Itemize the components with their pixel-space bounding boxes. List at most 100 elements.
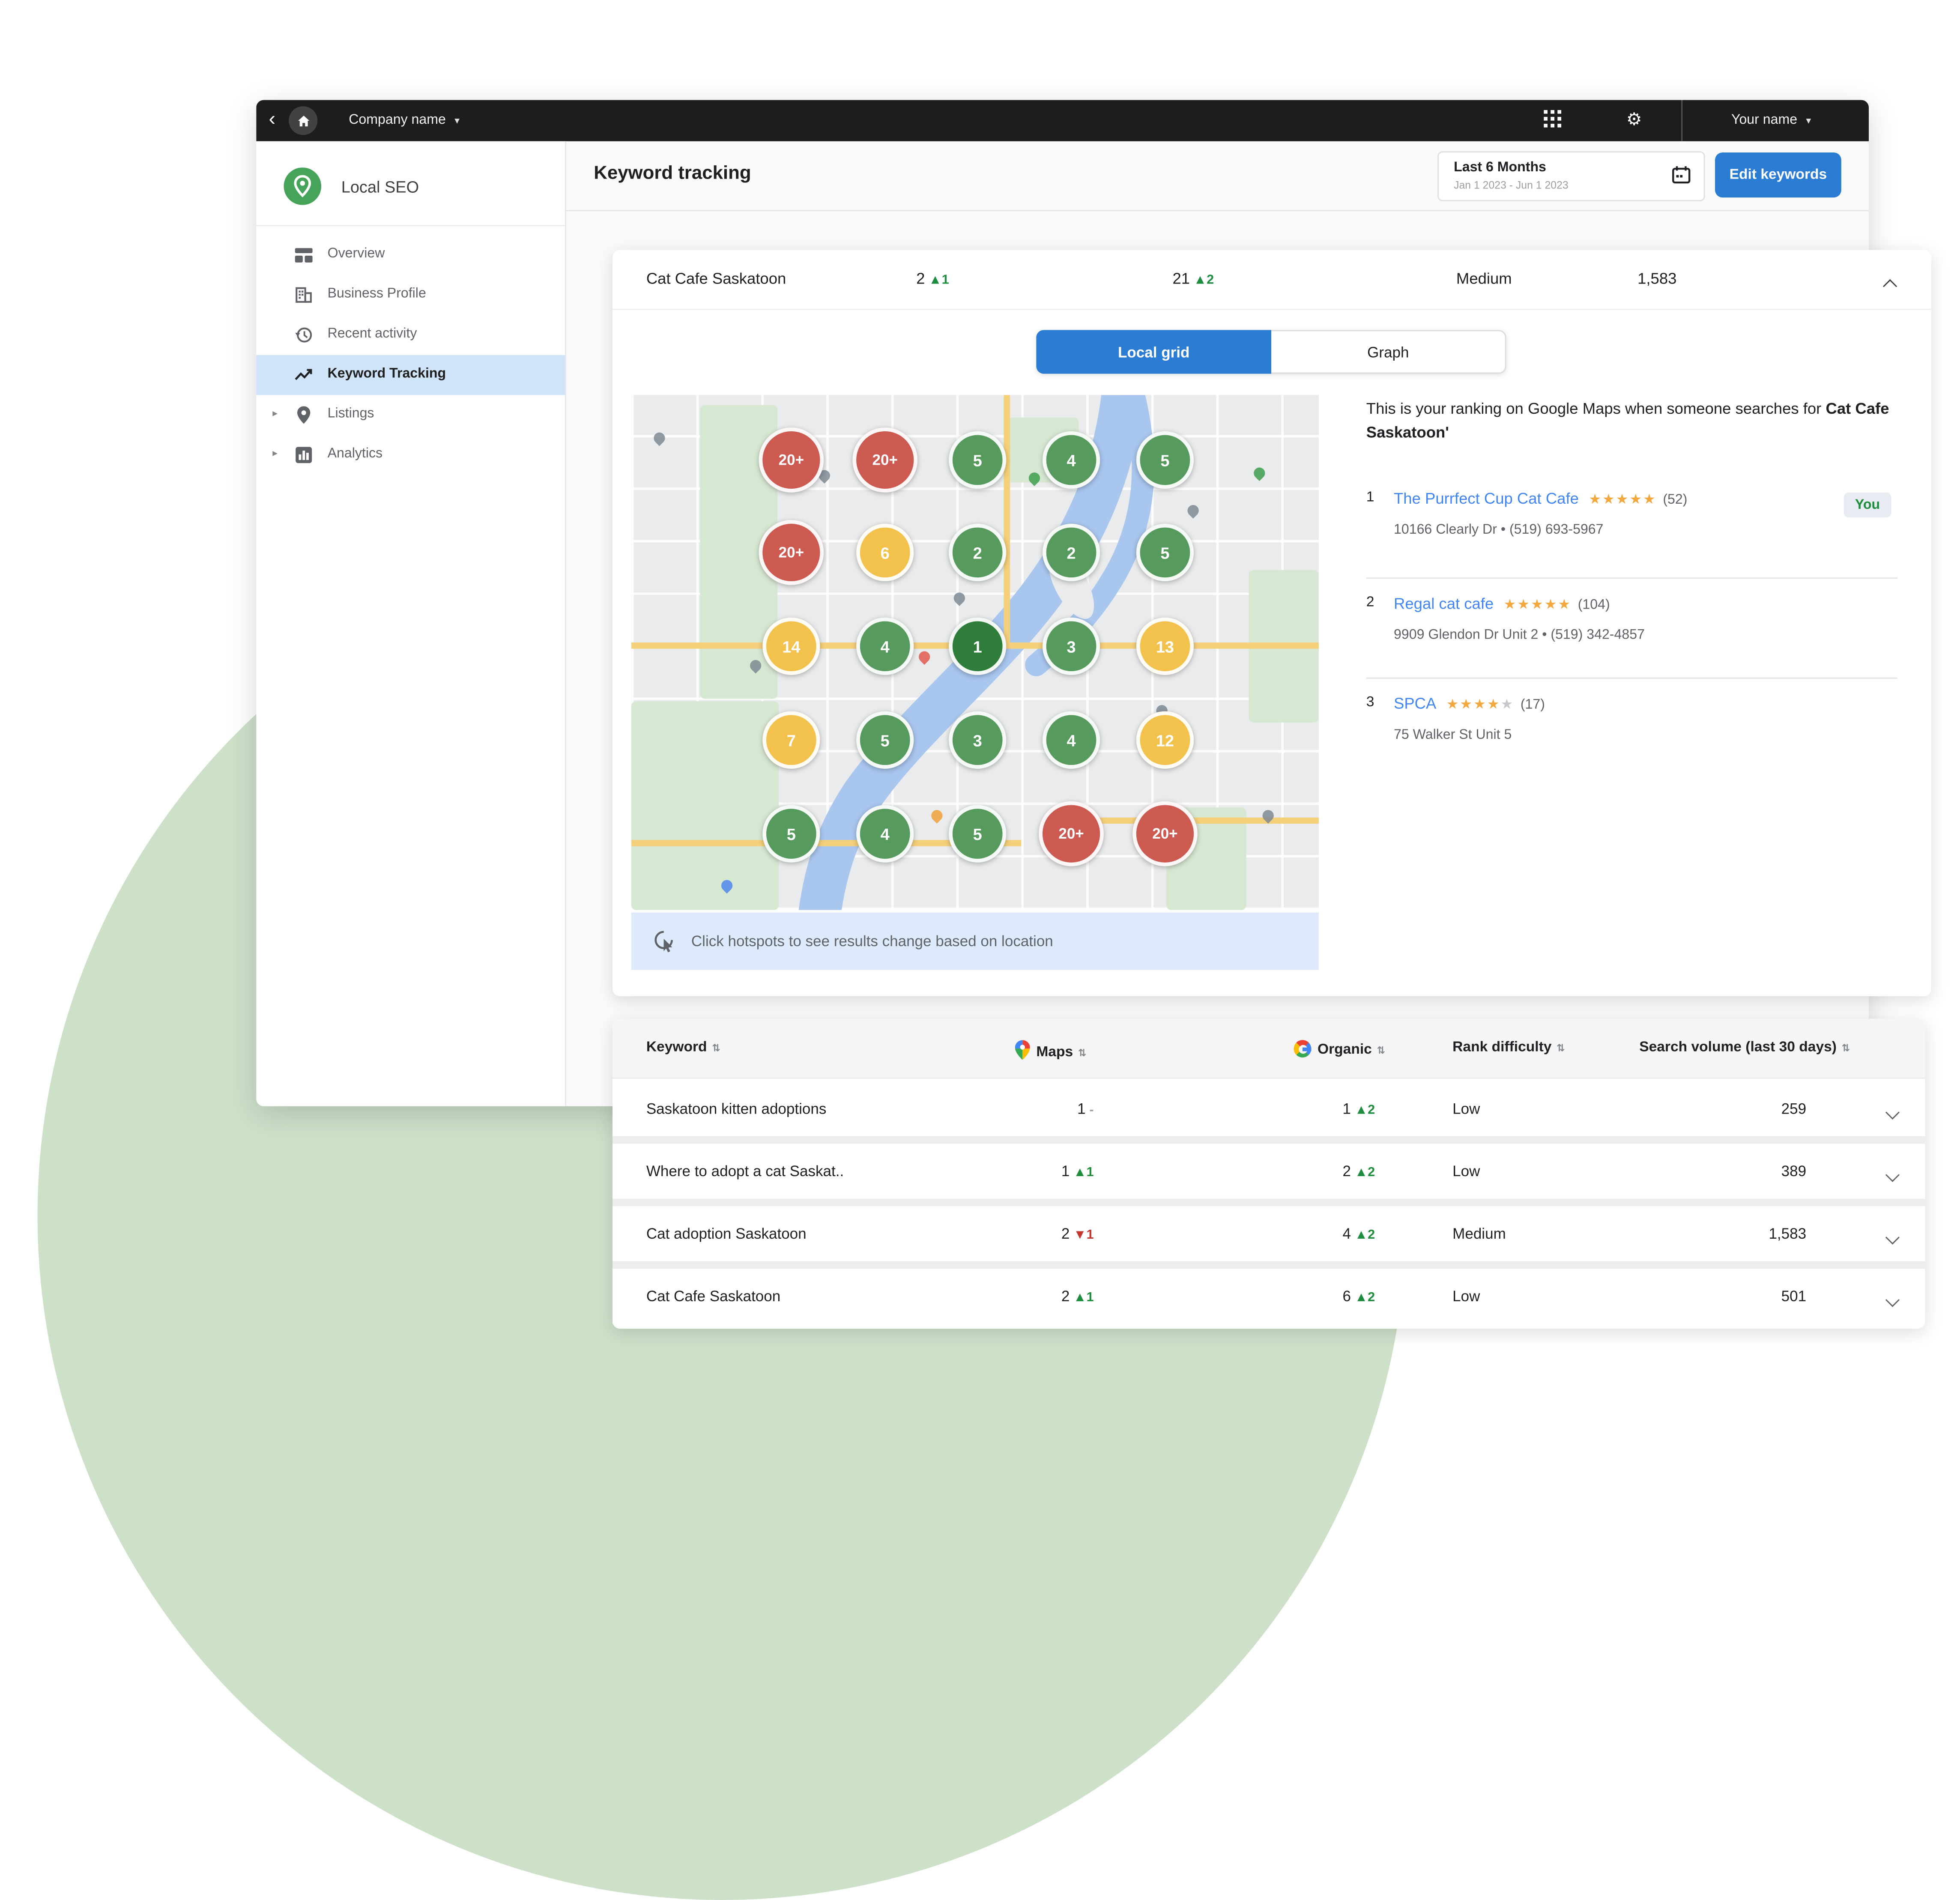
organic-rank-cell: 1 ▲2: [1342, 1100, 1375, 1118]
history-clock-icon: [294, 325, 314, 345]
map-grid-cell[interactable]: 20+: [1039, 801, 1104, 866]
sidebar-item-business-profile[interactable]: Business Profile: [256, 275, 565, 315]
listing-link[interactable]: SPCA ★★★★★ (17): [1394, 695, 1545, 713]
sidebar-item-overview[interactable]: Overview: [256, 235, 565, 275]
listing-link[interactable]: Regal cat cafe ★★★★★ (104): [1394, 595, 1610, 612]
organic-rank-cell: 6 ▲2: [1342, 1287, 1375, 1305]
chevron-down-icon: [1885, 1230, 1900, 1245]
keyword-summary-row[interactable]: Cat Cafe Saskatoon 2 ▲1 21 ▲2 Medium 1,583: [612, 250, 1931, 310]
map-grid-cell[interactable]: 4: [1042, 431, 1100, 489]
keywords-table-card: Keyword ⇅ Maps ⇅ Organic ⇅ Rank difficulty ⇅…: [612, 1019, 1925, 1329]
column-rank-difficulty[interactable]: Rank difficulty ⇅: [1452, 1040, 1565, 1055]
review-count: (52): [1663, 492, 1688, 508]
map-grid-cell[interactable]: 7: [762, 711, 820, 769]
map-grid-cell[interactable]: 6: [856, 523, 914, 582]
review-count: (17): [1520, 697, 1545, 713]
home-button[interactable]: [289, 106, 318, 135]
google-g-icon: [1294, 1040, 1312, 1058]
column-organic[interactable]: Organic ⇅: [1294, 1040, 1386, 1058]
expand-caret-icon[interactable]: ▸: [272, 407, 278, 418]
maps-rank-cell: 1-: [1077, 1100, 1094, 1118]
column-search-volume[interactable]: Search volume (last 30 days) ⇅: [1639, 1040, 1850, 1055]
settings-gear-button[interactable]: ⚙: [1626, 109, 1642, 130]
expand-row-button[interactable]: [1885, 1226, 1900, 1249]
sort-icon: ⇅: [1557, 1042, 1565, 1054]
user-menu[interactable]: Your name ▾: [1731, 113, 1811, 128]
map-grid-cell[interactable]: 5: [1136, 523, 1194, 582]
organic-rank: 21 ▲2: [1172, 270, 1214, 288]
star-rating: ★★★★: [1446, 697, 1501, 713]
maps-rank-cell: 2 ▲1: [1061, 1287, 1094, 1305]
map-grid-cell[interactable]: 20+: [759, 520, 824, 585]
expand-caret-icon[interactable]: ▸: [272, 448, 278, 459]
local-grid-map[interactable]: 20+ 20+ 5 4 5 20+ 6 2 2 5 14 4 1 3 13 7 …: [631, 395, 1319, 910]
table-row[interactable]: Cat adoption Saskatoon 2 ▼1 4 ▲2 Medium 1,…: [612, 1198, 1925, 1261]
sort-icon: ⇅: [1377, 1045, 1386, 1057]
tab-graph[interactable]: Graph: [1271, 330, 1506, 374]
map-grid-cell[interactable]: 1: [949, 617, 1007, 675]
divider: [612, 1136, 1925, 1144]
edit-keywords-button[interactable]: Edit keywords: [1715, 152, 1841, 198]
map-grid-cell[interactable]: 4: [856, 617, 914, 675]
map-grid-cell[interactable]: 4: [856, 805, 914, 863]
back-icon[interactable]: ‹: [269, 106, 275, 134]
brand-title: Local SEO: [341, 177, 419, 197]
sidebar-item-analytics[interactable]: ▸ Analytics: [256, 435, 565, 475]
apps-grid-icon: [1544, 110, 1562, 128]
map-grid-cell[interactable]: 2: [949, 523, 1007, 582]
tab-local-grid[interactable]: Local grid: [1036, 330, 1272, 374]
map-grid-cell[interactable]: 4: [1042, 711, 1100, 769]
map-grid-cell[interactable]: 2: [1042, 523, 1100, 582]
column-maps[interactable]: Maps ⇅: [1015, 1040, 1086, 1064]
expand-row-button[interactable]: [1885, 1101, 1900, 1124]
chevron-down-icon: [1885, 1105, 1900, 1120]
map-grid-cell[interactable]: 3: [949, 711, 1007, 769]
map-grid-cell[interactable]: 20+: [759, 427, 824, 493]
page: ‹ Company name ▾ ⚙ Your name ▾ Local SEO…: [0, 0, 1960, 1900]
map-grid-cell[interactable]: 12: [1136, 711, 1194, 769]
date-range-sub: Jan 1 2023 - Jun 1 2023: [1454, 179, 1569, 191]
sidebar-item-keyword-tracking[interactable]: Keyword Tracking: [256, 355, 565, 395]
click-cursor-icon: [651, 929, 676, 953]
table-row[interactable]: Where to adopt a cat Saskat.. 1 ▲1 2 ▲2 Lo…: [612, 1136, 1925, 1199]
map-pin-icon: [294, 405, 314, 425]
divider: [612, 1198, 1925, 1207]
expand-row-button[interactable]: [1885, 1289, 1900, 1311]
table-row[interactable]: Saskatoon kitten adoptions 1- 1 ▲2 Low 25…: [612, 1081, 1925, 1136]
column-keyword[interactable]: Keyword ⇅: [646, 1040, 720, 1055]
review-count: (104): [1578, 597, 1610, 613]
map-grid-cell[interactable]: 5: [949, 431, 1007, 489]
keyword-detail-card: Cat Cafe Saskatoon 2 ▲1 21 ▲2 Medium 1,583…: [612, 250, 1931, 996]
map-grid-cell[interactable]: 20+: [1132, 801, 1198, 866]
sidebar-item-recent-activity[interactable]: Recent activity: [256, 315, 565, 355]
date-range-picker[interactable]: Last 6 Months Jan 1 2023 - Jun 1 2023: [1437, 151, 1705, 201]
maps-rank-cell: 2 ▼1: [1061, 1225, 1094, 1243]
company-menu[interactable]: Company name ▾: [349, 113, 460, 128]
date-range-label: Last 6 Months: [1454, 160, 1546, 175]
map-grid-cell[interactable]: 5: [856, 711, 914, 769]
map-grid-cell[interactable]: 5: [762, 805, 820, 863]
chevron-down-icon: [1885, 1293, 1900, 1307]
map-grid-cell[interactable]: 3: [1042, 617, 1100, 675]
map-grid-cell[interactable]: 5: [1136, 431, 1194, 489]
local-seo-logo-icon: [284, 167, 322, 211]
table-row[interactable]: Cat Cafe Saskatoon 2 ▲1 6 ▲2 Low 501: [612, 1261, 1925, 1324]
map-grid-cell[interactable]: 5: [949, 805, 1007, 863]
map-grid-cell[interactable]: 13: [1136, 617, 1194, 675]
map-grid-cell[interactable]: 14: [762, 617, 820, 675]
star-rating: ★★★★★: [1503, 597, 1572, 613]
bar-chart-icon: [294, 445, 314, 465]
hotspot-note-bar: Click hotspots to see results change bas…: [631, 912, 1319, 970]
apps-grid-button[interactable]: [1544, 110, 1562, 134]
listing-address: 9909 Glendon Dr Unit 2 • (519) 342-4857: [1394, 627, 1645, 643]
collapse-button[interactable]: [1883, 275, 1897, 298]
map-grid-cell[interactable]: 20+: [852, 427, 918, 493]
listing-link[interactable]: The Purrfect Cup Cat Cafe ★★★★★ (52): [1394, 490, 1687, 508]
sidebar-item-listings[interactable]: ▸ Listings: [256, 395, 565, 435]
keyword-name: Cat Cafe Saskatoon: [646, 270, 786, 288]
sort-icon: ⇅: [1841, 1042, 1850, 1054]
expand-row-button[interactable]: [1885, 1164, 1900, 1186]
rank-difficulty: Medium: [1456, 270, 1512, 288]
divider: [565, 210, 1869, 212]
divider: [1366, 677, 1898, 679]
